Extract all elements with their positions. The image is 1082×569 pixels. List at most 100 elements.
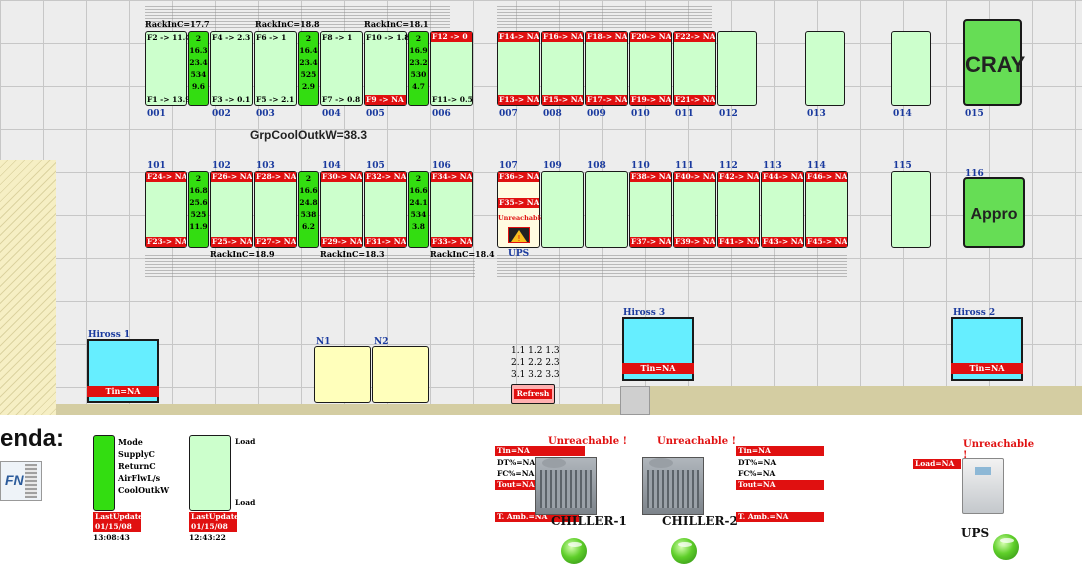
rack-112[interactable]: F42-> NA F41-> NA	[717, 171, 760, 248]
rack-007[interactable]: F14-> NA F13-> NA	[497, 31, 540, 106]
rack-002[interactable]: F4 -> 2.3 F3 -> 0.1	[210, 31, 253, 106]
appro-box[interactable]: Appro	[963, 177, 1025, 248]
last-update-date: 01/15/08	[189, 522, 237, 532]
rack-004[interactable]: F8 -> 1 F7 -> 0.8	[320, 31, 363, 106]
floor-strip-left	[56, 404, 620, 415]
cool-return: 24.8	[299, 198, 318, 207]
grid-row: 2.1 2.2 2.3	[511, 358, 560, 368]
rack-109[interactable]	[541, 171, 584, 248]
rack-107-ups[interactable]: F36-> NA F35-> NA Unreachable !	[497, 171, 544, 248]
rack-008[interactable]: F16-> NA F15-> NA	[541, 31, 584, 106]
pdu-label: F6 -> 1	[256, 33, 287, 42]
pdu-alarm-bar: F44-> NA	[762, 172, 803, 182]
cooling-unit[interactable]: 2 16.6 24.1 534 3.8	[408, 171, 429, 248]
cool-supply: 16.3	[189, 46, 208, 55]
rack-111[interactable]: F40-> NA F39-> NA	[673, 171, 716, 248]
pdu-alarm-bar: F26-> NA	[211, 172, 252, 182]
rack-003[interactable]: F6 -> 1 F5 -> 2.1	[254, 31, 297, 106]
pdu-label: F1 -> 13.9	[147, 95, 191, 104]
rack-number: 015	[965, 109, 984, 119]
pdu-alarm-bar: F20-> NA	[630, 32, 671, 42]
rack-010[interactable]: F20-> NA F19-> NA	[629, 31, 672, 106]
pdu-alarm-bar: F37-> NA	[630, 237, 671, 247]
rack-number: 111	[675, 161, 694, 171]
legend-load-top: Load	[235, 437, 256, 446]
rack-number: 114	[807, 161, 826, 171]
ups-status-icon[interactable]	[993, 534, 1019, 560]
cool-supply: 16.4	[299, 46, 318, 55]
pdu-label: F2 -> 11.4	[147, 33, 191, 42]
cooling-unit[interactable]: 2 16.6 24.8 538 6.2	[298, 171, 319, 248]
rack-006[interactable]: F12 -> 0 F11-> 0.5	[430, 31, 473, 106]
rack-009[interactable]: F18-> NA F17-> NA	[585, 31, 628, 106]
cray-box[interactable]: CRAY	[963, 19, 1025, 106]
rack-110[interactable]: F38-> NA F37-> NA	[629, 171, 672, 248]
rack-113[interactable]: F44-> NA F43-> NA	[761, 171, 804, 248]
rack-row-lines-bot-right	[497, 255, 847, 277]
chiller-1-label: CHILLER-1	[551, 514, 627, 528]
legend-mode-text: Mode SupplyC ReturnC AirFlwL/s CoolOutkW	[118, 436, 169, 496]
cool-return: 25.6	[189, 198, 208, 207]
n1-box[interactable]	[314, 346, 371, 403]
cooling-unit[interactable]: 2 16.8 25.6 525 11.9	[188, 171, 209, 248]
pdu-alarm-bar: F38-> NA	[630, 172, 671, 182]
n2-box[interactable]	[372, 346, 429, 403]
rack-005[interactable]: F10 -> 1.8 F9 -> NA	[364, 31, 409, 106]
pdu-alarm-bar: F12 -> 0	[431, 32, 472, 42]
cool-mode: 2	[195, 34, 202, 43]
rack-011[interactable]: F22-> NA F21-> NA	[673, 31, 716, 106]
chiller-1-status-icon[interactable]	[561, 538, 587, 564]
pdu-alarm-bar: F43-> NA	[762, 237, 803, 247]
pdu-alarm-bar: F28-> NA	[255, 172, 296, 182]
last-update-time: 12:43:22	[189, 533, 226, 542]
rack-014[interactable]	[891, 31, 931, 106]
rack-103[interactable]: F28-> NA F27-> NA	[254, 171, 297, 248]
chiller-1-image[interactable]	[535, 457, 597, 515]
ups-display-icon	[975, 467, 991, 475]
pdu-alarm-bar: F27-> NA	[255, 237, 296, 247]
cool-airflow: 534	[190, 70, 207, 79]
cool-airflow: 534	[410, 210, 427, 219]
rack-012[interactable]	[717, 31, 757, 106]
ups-image[interactable]	[962, 458, 1004, 514]
cool-mode: 2	[415, 34, 422, 43]
pdu-alarm-bar: F23-> NA	[146, 237, 186, 247]
rack-102[interactable]: F26-> NA F25-> NA	[210, 171, 253, 248]
rack-number: 109	[543, 161, 562, 171]
chiller2-tin: Tin=NA	[736, 446, 824, 456]
pdu-alarm-bar: F17-> NA	[586, 95, 627, 105]
rack-108[interactable]	[585, 171, 628, 248]
rack-number: 104	[322, 161, 341, 171]
rack-013[interactable]	[805, 31, 845, 106]
refresh-button[interactable]: Refresh	[511, 384, 555, 404]
cooling-unit[interactable]: 2 16.3 23.4 534 9.6	[188, 31, 209, 106]
chiller-2-status-icon[interactable]	[671, 538, 697, 564]
rack-001[interactable]: F2 -> 11.4 F1 -> 13.9	[145, 31, 191, 106]
refresh-label: Refresh	[514, 389, 552, 399]
cool-mode: 2	[415, 174, 422, 183]
rack-104[interactable]: F30-> NA F29-> NA	[320, 171, 363, 248]
rack-114[interactable]: F46-> NA F45-> NA	[805, 171, 848, 248]
rack-101[interactable]: F24-> NA F23-> NA	[145, 171, 187, 248]
pdu-alarm-bar: F39-> NA	[674, 237, 715, 247]
pdu-alarm-bar: F36-> NA	[498, 172, 539, 182]
warning-icon: !	[508, 227, 530, 243]
rack-number: 013	[807, 109, 826, 119]
cooling-unit[interactable]: 2 16.9 23.2 530 4.7	[408, 31, 429, 106]
rack-number: 105	[366, 161, 385, 171]
cool-mode: 2	[305, 34, 312, 43]
rack-number: 110	[631, 161, 650, 171]
cool-airflow: 525	[300, 70, 317, 79]
rackinc-label: RackInC=18.9	[210, 249, 275, 259]
chiller-2-image[interactable]	[642, 457, 704, 515]
rack-106[interactable]: F34-> NA F33-> NA	[430, 171, 473, 248]
legend-title: enda:	[0, 425, 65, 452]
rackinc-label: RackInC=18.4	[430, 249, 495, 259]
cooling-unit[interactable]: 2 16.4 23.4 525 2.9	[298, 31, 319, 106]
rack-number: 113	[763, 161, 782, 171]
rack-115[interactable]	[891, 171, 931, 248]
rack-number: 004	[322, 109, 341, 119]
legend-line: CoolOutkW	[118, 485, 170, 495]
rack-number: 003	[256, 109, 275, 119]
rack-105[interactable]: F32-> NA F31-> NA	[364, 171, 407, 248]
